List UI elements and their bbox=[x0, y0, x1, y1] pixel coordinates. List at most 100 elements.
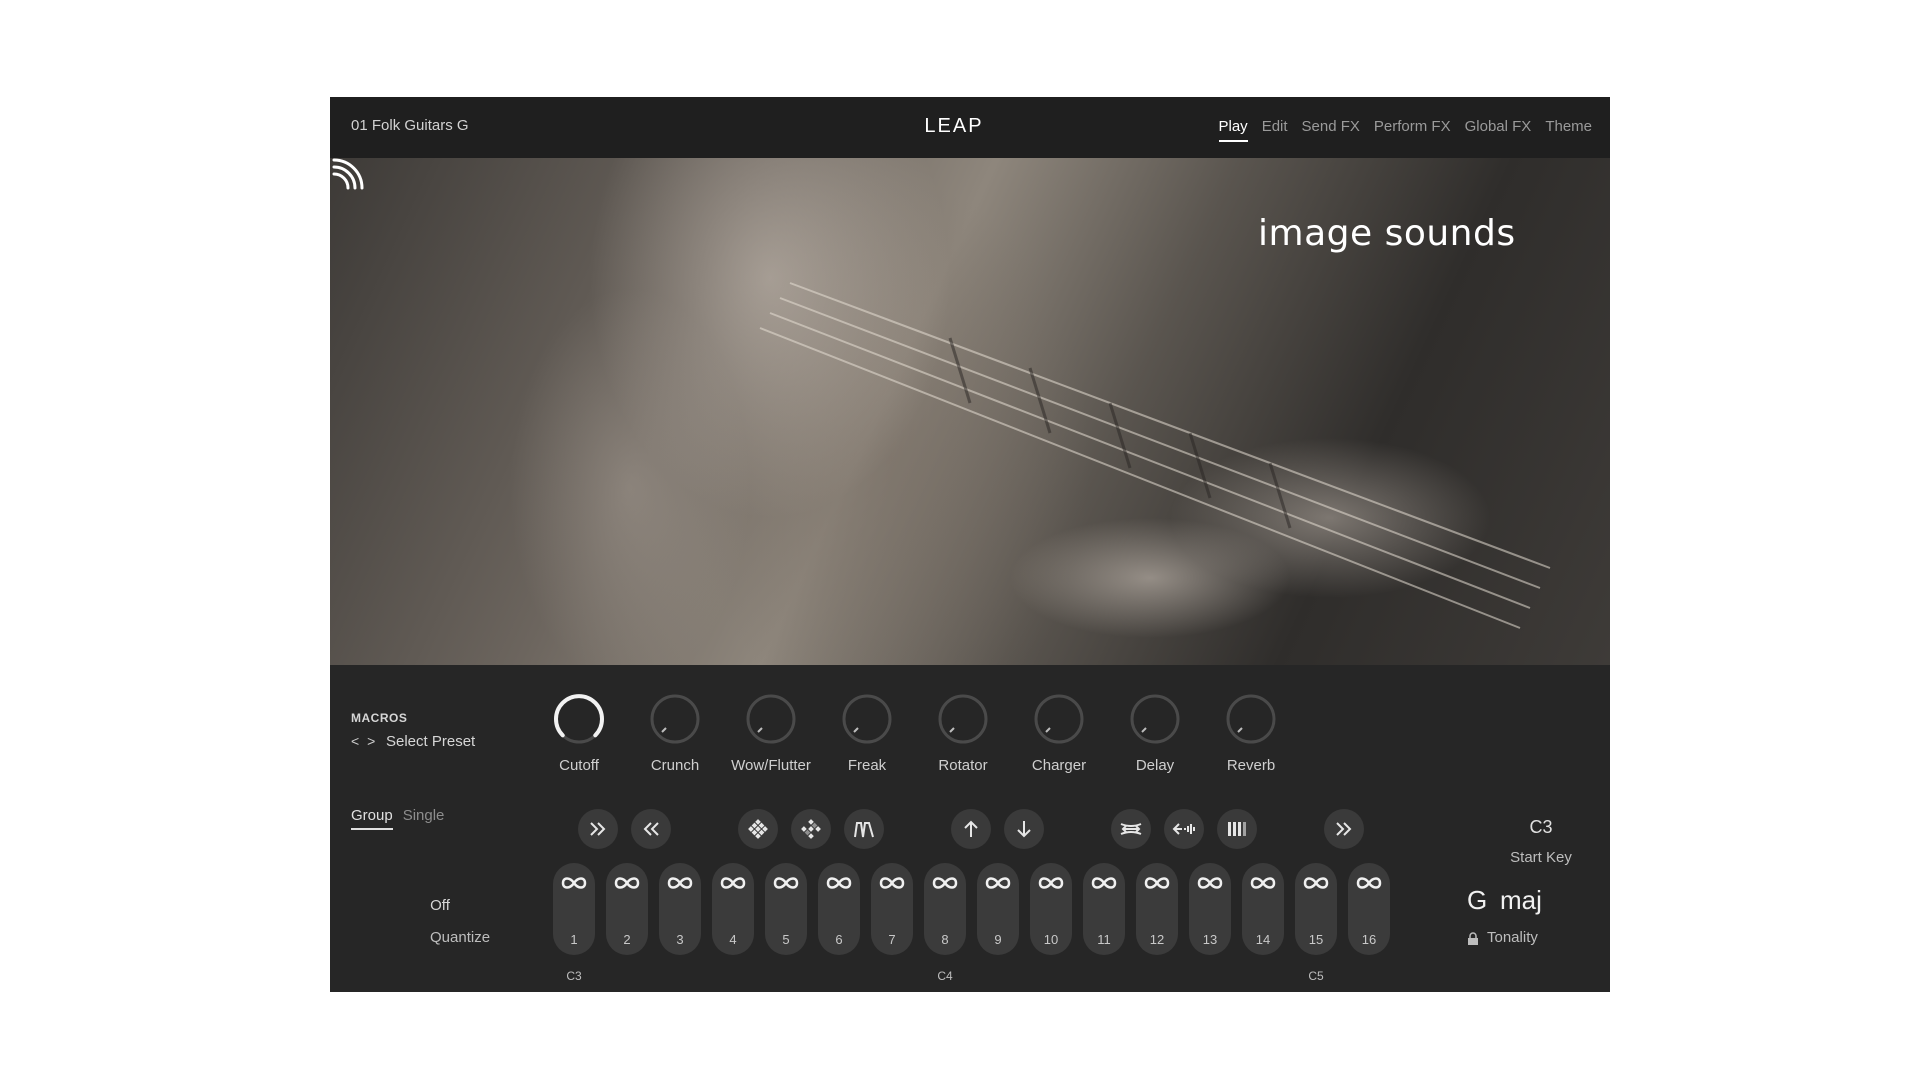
pad-10[interactable]: 10 bbox=[1030, 863, 1072, 955]
knob-freak[interactable]: Freak bbox=[819, 693, 915, 774]
pad-2[interactable]: 2 bbox=[606, 863, 648, 955]
pitch-down-button[interactable] bbox=[1004, 809, 1044, 849]
pad-1[interactable]: 1 bbox=[553, 863, 595, 955]
skip-forward-button[interactable] bbox=[1324, 809, 1364, 849]
pad-16[interactable]: 16 bbox=[1348, 863, 1390, 955]
knob-crunch[interactable]: Crunch bbox=[627, 693, 723, 774]
pad-number: 5 bbox=[782, 932, 790, 947]
waveform-icon bbox=[854, 822, 874, 838]
tab-perform-fx[interactable]: Perform FX bbox=[1374, 118, 1451, 135]
pad-number: 4 bbox=[729, 932, 737, 947]
pitch-up-button[interactable] bbox=[951, 809, 991, 849]
pad-number: 14 bbox=[1255, 932, 1271, 947]
pad-11[interactable]: 11 bbox=[1083, 863, 1125, 955]
diamond-grid-icon bbox=[748, 819, 768, 839]
loop-icon bbox=[1144, 877, 1170, 889]
rewind-icon bbox=[643, 822, 659, 836]
knob-label: Freak bbox=[847, 757, 887, 774]
preset-nav-arrows[interactable]: < > bbox=[351, 733, 377, 749]
knob-cutoff[interactable]: Cutoff bbox=[531, 693, 627, 774]
leap-player-window: 01 Folk Guitars G LEAP Play Edit Send FX… bbox=[330, 97, 1610, 992]
knob-rotator[interactable]: Rotator bbox=[915, 693, 1011, 774]
knob-delay[interactable]: Delay bbox=[1107, 693, 1203, 774]
pad-6[interactable]: 6 bbox=[818, 863, 860, 955]
tab-play[interactable]: Play bbox=[1218, 118, 1248, 142]
knob-wow-flutter[interactable]: Wow/Flutter bbox=[723, 693, 819, 774]
tab-theme[interactable]: Theme bbox=[1545, 118, 1592, 135]
tab-edit[interactable]: Edit bbox=[1262, 118, 1288, 135]
knob-dial-reverb bbox=[1226, 694, 1276, 744]
tab-single[interactable]: Single bbox=[403, 807, 445, 824]
stretch-button[interactable] bbox=[1111, 809, 1151, 849]
start-key-value[interactable]: C3 bbox=[1501, 817, 1581, 838]
mode-tabs: Group Single bbox=[351, 807, 445, 830]
loop-icon bbox=[1356, 877, 1382, 889]
instrument-artwork: image sounds bbox=[330, 158, 1610, 665]
reverse-button[interactable] bbox=[1164, 809, 1204, 849]
knob-dial-freak bbox=[842, 694, 892, 744]
quantize-label: Quantize bbox=[430, 929, 491, 946]
pad-number: 3 bbox=[676, 932, 684, 947]
pad-8[interactable]: 8 bbox=[924, 863, 966, 955]
pad-4[interactable]: 4 bbox=[712, 863, 754, 955]
loop-icon bbox=[667, 877, 693, 889]
loop-icon bbox=[1197, 877, 1223, 889]
pad-number: 8 bbox=[941, 932, 949, 947]
bars-button[interactable] bbox=[1217, 809, 1257, 849]
pad-12[interactable]: 12 bbox=[1136, 863, 1178, 955]
tonality-mode[interactable]: maj bbox=[1500, 885, 1542, 916]
tonality-key[interactable]: G bbox=[1467, 885, 1487, 916]
rewind-button[interactable] bbox=[631, 809, 671, 849]
knob-label: Delay bbox=[1135, 757, 1175, 774]
octave-label-c3: C3 bbox=[566, 969, 582, 983]
main-nav: Play Edit Send FX Perform FX Global FX T… bbox=[1218, 118, 1592, 142]
loop-icon bbox=[1038, 877, 1064, 889]
lock-icon[interactable] bbox=[1467, 932, 1479, 946]
diamond-grid-alt-icon bbox=[801, 819, 821, 839]
loop-icon bbox=[773, 877, 799, 889]
pad-number: 2 bbox=[623, 932, 631, 947]
tab-group[interactable]: Group bbox=[351, 807, 393, 830]
loop-icon bbox=[1091, 877, 1117, 889]
knob-charger[interactable]: Charger bbox=[1011, 693, 1107, 774]
loop-icon bbox=[720, 877, 746, 889]
bars-icon bbox=[1228, 822, 1246, 836]
knob-label: Crunch bbox=[650, 757, 700, 774]
knob-label: Charger bbox=[1031, 757, 1087, 774]
skip-forward-icon bbox=[1336, 822, 1352, 836]
logo-text: LEAP bbox=[924, 115, 983, 135]
pad-5[interactable]: 5 bbox=[765, 863, 807, 955]
knob-dial-charger bbox=[1034, 694, 1084, 744]
loop-icon bbox=[826, 877, 852, 889]
diamond-grid-alt-button[interactable] bbox=[791, 809, 831, 849]
pad-number: 7 bbox=[888, 932, 896, 947]
pad-number: 1 bbox=[570, 932, 578, 947]
pad-7[interactable]: 7 bbox=[871, 863, 913, 955]
pad-number: 13 bbox=[1202, 932, 1218, 947]
loop-icon bbox=[932, 877, 958, 889]
tab-global-fx[interactable]: Global FX bbox=[1465, 118, 1532, 135]
octave-label-c5: C5 bbox=[1308, 969, 1324, 983]
pad-14[interactable]: 14 bbox=[1242, 863, 1284, 955]
pad-15[interactable]: 15 bbox=[1295, 863, 1337, 955]
tab-send-fx[interactable]: Send FX bbox=[1302, 118, 1360, 135]
loop-icon bbox=[1250, 877, 1276, 889]
pad-13[interactable]: 13 bbox=[1189, 863, 1231, 955]
pad-9[interactable]: 9 bbox=[977, 863, 1019, 955]
leap-logo: LEAP bbox=[924, 115, 983, 135]
diamond-grid-button[interactable] bbox=[738, 809, 778, 849]
fast-forward-button[interactable] bbox=[578, 809, 618, 849]
reverse-icon bbox=[1172, 823, 1195, 835]
quantize-value[interactable]: Off bbox=[410, 897, 470, 914]
knob-label: Wow/Flutter bbox=[731, 757, 811, 774]
preset-name[interactable]: 01 Folk Guitars G bbox=[351, 117, 469, 134]
arrow-down-icon bbox=[1017, 821, 1031, 838]
waveform-button[interactable] bbox=[844, 809, 884, 849]
tonality-label: Tonality bbox=[1487, 929, 1538, 946]
knob-reverb[interactable]: Reverb bbox=[1203, 693, 1299, 774]
signal-waves-icon bbox=[332, 158, 364, 190]
pad-number: 10 bbox=[1043, 932, 1059, 947]
pad-3[interactable]: 3 bbox=[659, 863, 701, 955]
loop-icon bbox=[561, 877, 587, 889]
select-preset-button[interactable]: Select Preset bbox=[386, 733, 475, 750]
